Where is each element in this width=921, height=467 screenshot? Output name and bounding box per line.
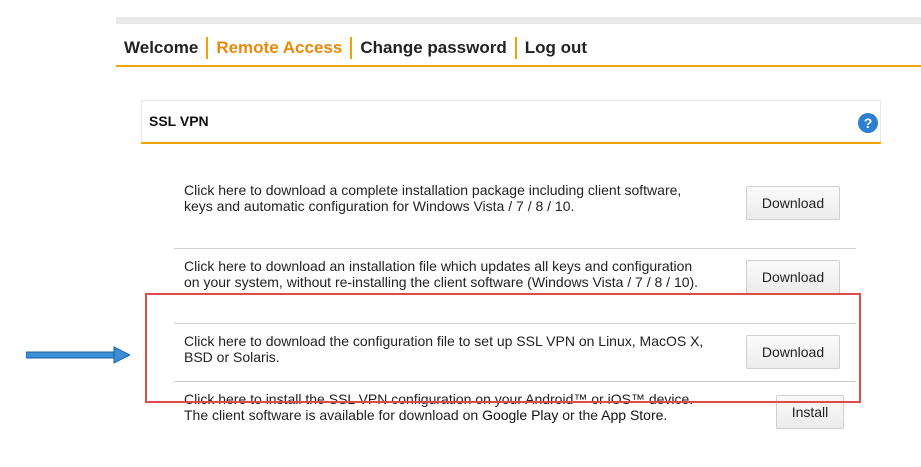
row-text-part: . [663,407,668,423]
top-nav: Welcome Remote Access Change password Lo… [116,30,921,65]
row-description: Click here to download an installation f… [184,258,699,290]
download-button[interactable]: Download [746,186,840,220]
nav-welcome[interactable]: Welcome [116,38,206,58]
pointer-arrow-icon [26,346,130,364]
panel-header-rule [141,142,881,144]
nav-change-password[interactable]: Change password [352,38,514,58]
nav-underline [116,65,921,67]
help-icon[interactable]: ? [858,113,878,133]
download-button[interactable]: Download [746,260,840,294]
nav-log-out[interactable]: Log out [517,38,595,58]
panel-header: SSL VPN ? [141,100,881,142]
row-description: Click here to download a complete instal… [184,182,682,214]
highlight-box [145,293,861,403]
nav-remote-access[interactable]: Remote Access [208,38,350,58]
ssl-vpn-panel: SSL VPN ? Click here to download a compl… [141,100,881,467]
google-play-link[interactable]: Google Play [482,407,558,423]
panel-title: SSL VPN [149,113,209,129]
row-text-part: or the [558,407,602,423]
app-store-link[interactable]: App Store [601,407,663,423]
top-strip [116,17,921,24]
list-item: Click here to download a complete instal… [174,178,856,249]
